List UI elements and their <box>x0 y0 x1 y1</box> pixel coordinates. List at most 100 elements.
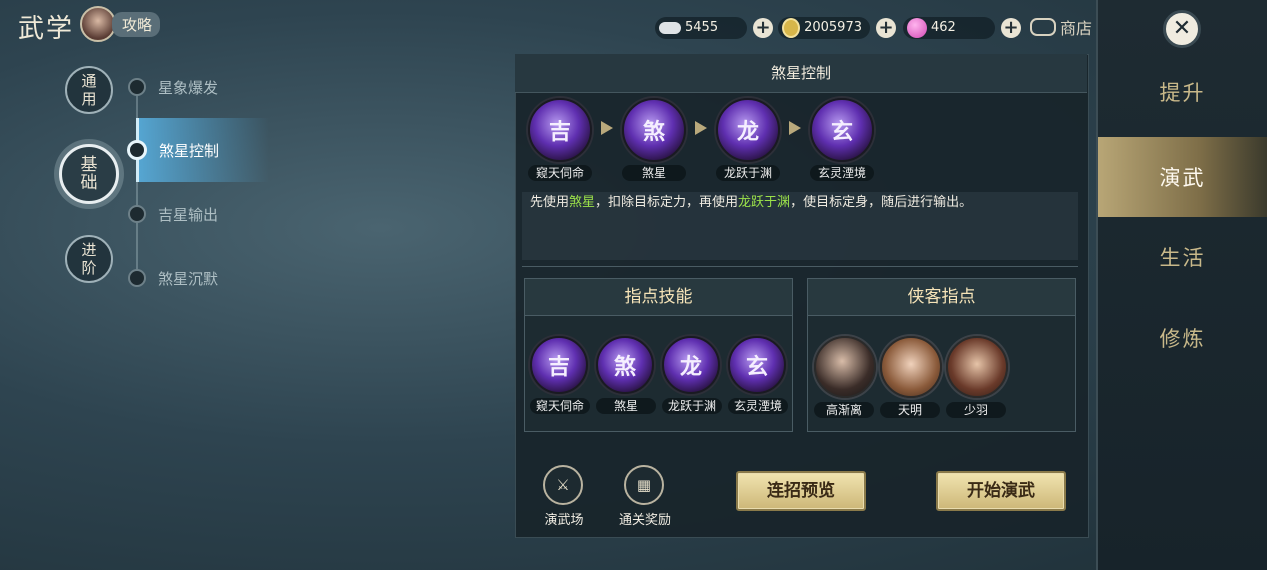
category-basic-label: 基础 <box>80 155 98 193</box>
arrow-right-icon <box>789 121 801 135</box>
skill-name: 煞星 <box>622 165 686 181</box>
add-silver-button[interactable]: + <box>753 17 773 38</box>
guide-skill-1[interactable]: 吉 窥天伺命 <box>530 336 590 414</box>
category-general[interactable]: 通用 <box>65 66 113 114</box>
category-advanced[interactable]: 进阶 <box>65 235 113 283</box>
category-general-label: 通用 <box>81 72 97 108</box>
skill-name: 龙跃于渊 <box>716 165 780 181</box>
desc-text: ，扣除目标定力，再使用 <box>595 195 739 210</box>
skill-icon: 煞 <box>596 336 654 394</box>
skill-glyph: 煞 <box>613 355 636 380</box>
gold-coin-icon <box>782 17 801 38</box>
desc-text: 先使用 <box>530 195 570 210</box>
nav-item-label: 煞星沉默 <box>158 269 219 288</box>
guide-skill-3[interactable]: 龙 龙跃于渊 <box>662 336 722 414</box>
nav-item-lucky-star-output[interactable]: 吉星输出 <box>128 200 218 228</box>
silver-amount: 5455 <box>685 20 719 35</box>
hero-name: 天明 <box>880 402 940 418</box>
panel-title: 煞星控制 <box>515 54 1087 93</box>
combo-skill-1[interactable]: 吉 窥天伺命 <box>528 98 592 181</box>
nav-item-evil-star-silence[interactable]: 煞星沉默 <box>128 264 218 292</box>
reward-button[interactable]: ▦ 通关奖励 <box>619 465 671 528</box>
shop-button[interactable]: 商店 <box>1030 15 1092 39</box>
nav-item-evil-star-control[interactable]: 煞星控制 <box>127 118 269 182</box>
guide-avatar <box>80 6 116 42</box>
combo-description: 先使用煞星，扣除目标定力，再使用龙跃于渊，使目标定身，随后进行输出。 <box>522 192 1078 260</box>
nav-dot <box>128 269 146 287</box>
start-practice-button[interactable]: 开始演武 <box>936 471 1066 511</box>
guide-heroes-title: 侠客指点 <box>808 279 1075 316</box>
divider <box>522 266 1078 267</box>
hero-3[interactable]: 少羽 <box>946 336 1008 418</box>
tab-upgrade[interactable]: 提升 <box>1098 52 1267 132</box>
skill-glyph: 吉 <box>547 355 570 380</box>
combo-skill-3[interactable]: 龙 龙跃于渊 <box>716 98 780 181</box>
skill-name: 煞星 <box>596 398 656 414</box>
hero-portrait <box>880 336 942 398</box>
nav-item-star-burst[interactable]: 星象爆发 <box>128 73 218 101</box>
tab-practice[interactable]: 演武 <box>1098 137 1267 217</box>
close-icon: ✕ <box>1172 16 1192 41</box>
shop-icon <box>1030 18 1056 36</box>
gem-amount: 462 <box>931 20 956 35</box>
skill-glyph: 吉 <box>548 120 571 145</box>
tab-life[interactable]: 生活 <box>1098 217 1267 297</box>
nav-timeline <box>136 85 138 280</box>
skill-icon: 煞 <box>622 98 686 162</box>
guide-skill-2[interactable]: 煞 煞星 <box>596 336 656 414</box>
hero-name: 高渐离 <box>814 402 874 418</box>
skill-name: 窥天伺命 <box>528 165 592 181</box>
skill-glyph: 玄 <box>745 355 768 380</box>
nav-item-label: 吉星输出 <box>158 205 219 224</box>
desc-highlight: 龙跃于渊 <box>738 195 791 210</box>
skill-glyph: 龙 <box>679 355 702 380</box>
hero-name: 少羽 <box>946 402 1006 418</box>
arena-label: 演武场 <box>544 513 584 528</box>
page-title: 武学 <box>18 14 75 44</box>
guide-skill-4[interactable]: 玄 玄灵湮境 <box>728 336 788 414</box>
nav-item-label: 星象爆发 <box>158 78 219 97</box>
arena-button[interactable]: ⚔ 演武场 <box>543 465 585 528</box>
skill-name: 龙跃于渊 <box>662 398 722 414</box>
category-basic[interactable]: 基础 <box>59 144 119 204</box>
skill-icon: 玄 <box>810 98 874 162</box>
nav-dot-active <box>127 140 147 160</box>
reward-label: 通关奖励 <box>618 513 671 528</box>
arrow-right-icon <box>601 121 613 135</box>
add-gem-button[interactable]: + <box>1001 17 1021 38</box>
skill-icon: 吉 <box>530 336 588 394</box>
desc-highlight: 煞星 <box>569 195 596 210</box>
crossed-swords-icon: ⚔ <box>543 465 583 505</box>
currency-gold: 2005973 + <box>778 15 896 40</box>
nav-dot <box>128 78 146 96</box>
gold-amount: 2005973 <box>804 20 862 35</box>
arrow-right-icon <box>695 121 707 135</box>
hero-2[interactable]: 天明 <box>880 336 942 418</box>
close-button[interactable]: ✕ <box>1163 10 1201 48</box>
combo-preview-button[interactable]: 连招预览 <box>736 471 866 511</box>
pink-gem-icon <box>907 17 927 38</box>
skill-icon: 玄 <box>728 336 786 394</box>
skill-icon: 龙 <box>716 98 780 162</box>
silver-ingot-icon <box>659 21 681 34</box>
skill-name: 窥天伺命 <box>530 398 590 414</box>
combo-skill-4[interactable]: 玄 玄灵湮境 <box>810 98 874 181</box>
combo-skill-2[interactable]: 煞 煞星 <box>622 98 686 181</box>
skill-name: 玄灵湮境 <box>728 398 788 414</box>
currency-silver: 5455 + <box>655 15 773 40</box>
gift-box-icon: ▦ <box>624 465 664 505</box>
shop-label: 商店 <box>1060 19 1093 38</box>
guide-button[interactable]: 攻略 <box>80 6 161 42</box>
hero-1[interactable]: 高渐离 <box>814 336 876 418</box>
skill-glyph: 龙 <box>736 120 759 145</box>
tab-cultivate[interactable]: 修炼 <box>1098 298 1267 378</box>
hero-portrait <box>814 336 876 398</box>
guide-label: 攻略 <box>112 11 161 37</box>
skill-glyph: 玄 <box>830 120 853 145</box>
skill-icon: 吉 <box>528 98 592 162</box>
category-advanced-label: 进阶 <box>81 241 97 277</box>
currency-gem: 462 + <box>903 15 1021 40</box>
nav-dot <box>128 205 146 223</box>
add-gold-button[interactable]: + <box>876 17 896 38</box>
guide-skills-title: 指点技能 <box>525 279 792 316</box>
